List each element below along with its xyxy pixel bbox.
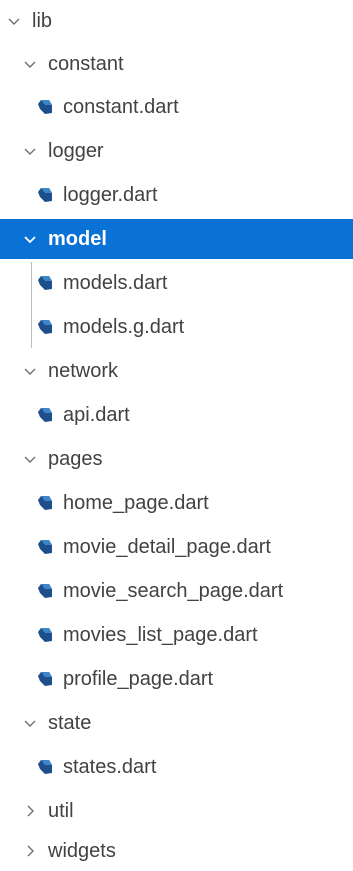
chevron-down-icon[interactable] <box>21 230 39 248</box>
tree-file-profile-page-dart[interactable]: profile_page.dart <box>0 659 353 699</box>
tree-item-label: movies_list_page.dart <box>63 624 258 646</box>
tree-file-home-page-dart[interactable]: home_page.dart <box>0 483 353 523</box>
dart-file-icon <box>36 670 54 688</box>
dart-file-icon <box>36 758 54 776</box>
tree-file-models-g-dart[interactable]: models.g.dart <box>0 307 353 347</box>
tree-file-models-dart[interactable]: models.dart <box>0 263 353 303</box>
tree-item-label: logger.dart <box>63 184 158 206</box>
tree-folder-constant[interactable]: constant <box>0 44 353 84</box>
tree-file-logger-dart[interactable]: logger.dart <box>0 175 353 215</box>
chevron-right-icon[interactable] <box>21 802 39 820</box>
tree-item-label: states.dart <box>63 756 157 778</box>
dart-file-icon <box>36 582 54 600</box>
chevron-down-icon[interactable] <box>21 142 39 160</box>
chevron-down-icon[interactable] <box>21 55 39 73</box>
dart-file-icon <box>36 98 54 116</box>
tree-folder-network[interactable]: network <box>0 351 353 391</box>
tree-item-label: state <box>48 712 92 734</box>
dart-file-icon <box>36 538 54 556</box>
dart-file-icon <box>36 186 54 204</box>
tree-item-label: util <box>48 800 74 822</box>
tree-folder-pages[interactable]: pages <box>0 439 353 479</box>
tree-file-constant-dart[interactable]: constant.dart <box>0 87 353 127</box>
dart-file-icon <box>36 318 54 336</box>
chevron-down-icon[interactable] <box>21 362 39 380</box>
tree-folder-logger[interactable]: logger <box>0 131 353 171</box>
chevron-right-icon[interactable] <box>21 842 39 860</box>
tree-item-label: constant.dart <box>63 96 179 118</box>
dart-file-icon <box>36 626 54 644</box>
tree-item-label: models.dart <box>63 272 168 294</box>
dart-file-icon <box>36 494 54 512</box>
tree-item-label: widgets <box>48 840 116 862</box>
tree-item-label: network <box>48 360 119 382</box>
tree-file-movie-detail-page-dart[interactable]: movie_detail_page.dart <box>0 527 353 567</box>
tree-file-api-dart[interactable]: api.dart <box>0 395 353 435</box>
tree-item-label: movie_detail_page.dart <box>63 536 271 558</box>
tree-item-label: models.g.dart <box>63 316 185 338</box>
tree-folder-util[interactable]: util <box>0 791 353 831</box>
tree-item-label: api.dart <box>63 404 130 426</box>
tree-item-label: home_page.dart <box>63 492 209 514</box>
tree-folder-lib[interactable]: lib <box>0 1 353 41</box>
tree-item-label: logger <box>48 140 104 162</box>
tree-item-label: profile_page.dart <box>63 668 214 690</box>
tree-file-movies-list-page-dart[interactable]: movies_list_page.dart <box>0 615 353 655</box>
chevron-down-icon[interactable] <box>21 450 39 468</box>
tree-folder-widgets[interactable]: widgets <box>0 831 353 871</box>
chevron-down-icon[interactable] <box>5 12 23 30</box>
tree-item-label: constant <box>48 53 124 75</box>
tree-file-states-dart[interactable]: states.dart <box>0 747 353 787</box>
tree-item-label: lib <box>32 10 53 32</box>
tree-item-label: movie_search_page.dart <box>63 580 284 602</box>
tree-folder-model[interactable]: model <box>0 219 353 259</box>
file-explorer-tree: lib constant constant.dart logger logger… <box>0 0 353 871</box>
tree-folder-state[interactable]: state <box>0 703 353 743</box>
tree-item-label: pages <box>48 448 103 470</box>
chevron-down-icon[interactable] <box>21 714 39 732</box>
tree-item-label: model <box>48 228 107 250</box>
dart-file-icon <box>36 274 54 292</box>
tree-file-movie-search-page-dart[interactable]: movie_search_page.dart <box>0 571 353 611</box>
dart-file-icon <box>36 406 54 424</box>
